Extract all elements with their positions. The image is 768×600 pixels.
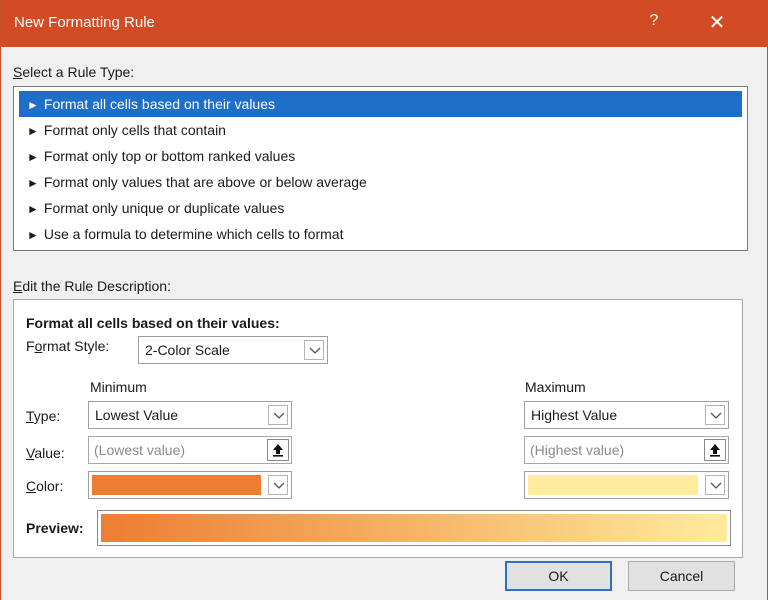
arrow-right-icon: ► <box>27 150 39 164</box>
rule-description-label-accesskey: E <box>13 278 23 294</box>
maximum-value-input[interactable]: (Highest value) <box>524 436 729 464</box>
color-label-accesskey: C <box>26 478 37 494</box>
help-button[interactable]: ? <box>645 12 663 34</box>
range-select-icon[interactable] <box>704 439 726 461</box>
minimum-color-swatch <box>92 475 261 495</box>
minimum-type-select[interactable]: Lowest Value <box>88 401 292 429</box>
maximum-header: Maximum <box>525 379 586 395</box>
chevron-down-icon[interactable] <box>268 405 288 425</box>
color-label: Color: <box>26 478 63 494</box>
minimum-value-placeholder: (Lowest value) <box>94 442 186 458</box>
type-label-accesskey: T <box>26 408 34 424</box>
rule-type-item-label: Format only unique or duplicate values <box>43 200 285 216</box>
maximum-type-select[interactable]: Highest Value <box>524 401 729 429</box>
rule-type-item-label: Format all cells based on their values <box>43 96 275 112</box>
chevron-down-icon[interactable] <box>705 405 725 425</box>
chevron-down-icon[interactable] <box>705 475 725 495</box>
rule-type-item-label: Format only top or bottom ranked values <box>43 148 296 164</box>
new-formatting-rule-dialog: New Formatting Rule ? ✕ Select a Rule Ty… <box>0 0 768 600</box>
range-select-icon[interactable] <box>267 439 289 461</box>
rule-type-item-label: Format only values that are above or bel… <box>43 174 367 190</box>
arrow-right-icon: ► <box>27 98 39 112</box>
rule-type-item[interactable]: ► Format only unique or duplicate values <box>19 195 742 221</box>
rule-type-label-text: elect a Rule Type: <box>22 64 135 80</box>
ok-button[interactable]: OK <box>505 561 612 591</box>
rule-type-item-label: Use a formula to determine which cells t… <box>43 226 344 242</box>
format-style-label-pre: F <box>26 338 35 354</box>
maximum-color-select[interactable] <box>524 471 729 499</box>
cancel-button[interactable]: Cancel <box>628 561 735 591</box>
preview-label: Preview: <box>26 520 84 536</box>
format-style-label-post: rmat Style: <box>42 338 110 354</box>
rule-type-item[interactable]: ► Format only cells that contain <box>19 117 742 143</box>
format-style-label: Format Style: <box>26 338 109 354</box>
value-label-text: alue: <box>34 445 65 461</box>
minimum-type-value: Lowest Value <box>95 407 179 423</box>
minimum-color-select[interactable] <box>88 471 292 499</box>
rule-type-item[interactable]: ► Format all cells based on their values <box>19 91 742 117</box>
preview-gradient <box>97 510 731 546</box>
chevron-down-icon[interactable] <box>304 340 324 360</box>
minimum-value-input[interactable]: (Lowest value) <box>88 436 292 464</box>
rule-description-label: Edit the Rule Description: <box>13 278 171 294</box>
type-label: Type: <box>26 408 60 424</box>
color-label-text: olor: <box>36 478 64 494</box>
arrow-right-icon: ► <box>27 202 39 216</box>
rule-type-label-accesskey: S <box>13 64 23 80</box>
rule-type-label: Select a Rule Type: <box>13 64 134 80</box>
rule-description-panel: Format all cells based on their values: … <box>13 299 743 558</box>
type-label-text: ype: <box>33 408 61 424</box>
description-heading: Format all cells based on their values: <box>26 315 280 331</box>
value-label: Value: <box>26 445 65 461</box>
rule-description-label-text: dit the Rule Description: <box>22 278 171 294</box>
rule-type-list[interactable]: ► Format all cells based on their values … <box>13 86 748 251</box>
arrow-right-icon: ► <box>27 228 39 242</box>
preview-gradient-fill <box>101 514 727 542</box>
maximum-type-value: Highest Value <box>531 407 618 423</box>
dialog-title: New Formatting Rule <box>14 14 155 31</box>
arrow-right-icon: ► <box>27 176 39 190</box>
rule-type-item[interactable]: ► Format only top or bottom ranked values <box>19 143 742 169</box>
format-style-select[interactable]: 2-Color Scale <box>138 336 328 364</box>
minimum-header: Minimum <box>90 379 147 395</box>
title-bar: New Formatting Rule ? ✕ <box>1 0 767 47</box>
arrow-right-icon: ► <box>27 124 39 138</box>
rule-type-item[interactable]: ► Format only values that are above or be… <box>19 169 742 195</box>
chevron-down-icon[interactable] <box>268 475 288 495</box>
close-button[interactable]: ✕ <box>705 10 729 36</box>
maximum-value-placeholder: (Highest value) <box>530 442 625 458</box>
rule-type-item[interactable]: ► Use a formula to determine which cells … <box>19 221 742 247</box>
rule-type-item-label: Format only cells that contain <box>43 122 226 138</box>
format-style-value: 2-Color Scale <box>145 342 230 358</box>
maximum-color-swatch <box>528 475 698 495</box>
